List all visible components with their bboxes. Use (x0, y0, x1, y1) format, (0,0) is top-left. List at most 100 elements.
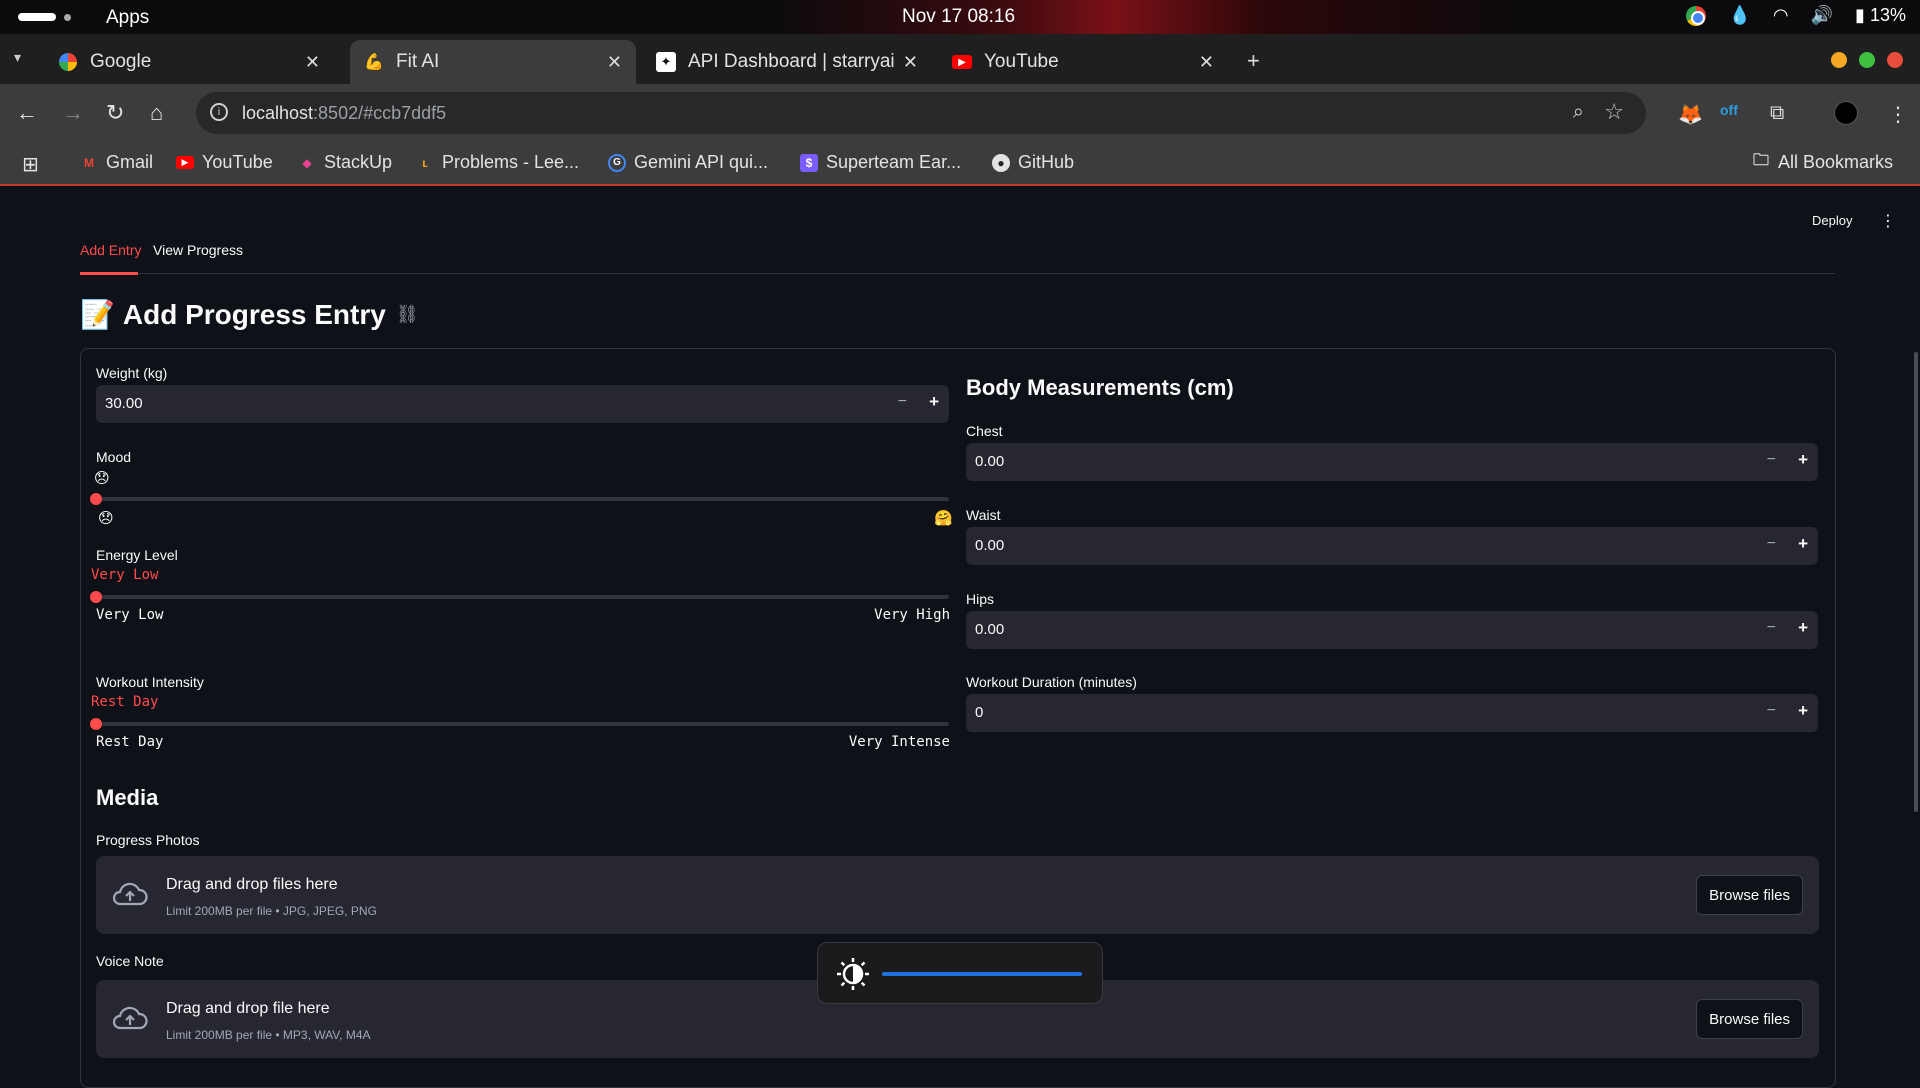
intensity-slider-thumb[interactable] (90, 718, 102, 730)
decrement-button[interactable]: − (1767, 535, 1776, 553)
chrome-icon[interactable] (1686, 5, 1707, 26)
weight-input[interactable]: 30.00 − + (96, 385, 949, 423)
decrement-button[interactable]: − (1767, 702, 1776, 720)
increment-button[interactable]: + (1798, 450, 1808, 470)
bookmark-label: Gemini API qui... (634, 152, 769, 172)
bookmark-gemini[interactable]: G Gemini API qui... (608, 152, 768, 173)
metamask-extension-icon[interactable]: 🦊 (1678, 102, 1703, 127)
reload-icon[interactable]: ↻ (106, 100, 124, 126)
waist-input[interactable]: 0.00 − + (966, 527, 1818, 565)
bookmark-label: Problems - Lee... (442, 152, 580, 172)
tab-bar: Add Entry View Progress (80, 242, 1835, 274)
clock[interactable]: Nov 17 08:16 (902, 6, 1015, 28)
gmail-icon: M (84, 155, 94, 170)
decrement-button[interactable]: − (898, 393, 907, 411)
increment-button[interactable]: + (1798, 618, 1808, 638)
forward-arrow-icon[interactable]: → (62, 100, 84, 126)
home-icon[interactable]: ⌂ (150, 100, 163, 126)
increment-button[interactable]: + (1798, 534, 1808, 554)
apps-grid-icon[interactable]: ⊞ (22, 152, 39, 177)
tab-title: YouTube (984, 51, 1059, 72)
superteam-icon: $ (800, 153, 818, 172)
url-text[interactable]: localhost:8502/#ccb7ddf5 (242, 103, 446, 124)
tab-title: API Dashboard | starryai (688, 51, 895, 72)
zoom-icon[interactable]: ⌕ (1573, 101, 1584, 124)
increment-button[interactable]: + (929, 392, 939, 412)
close-tab-icon[interactable]: ✕ (1199, 52, 1214, 73)
page-heading: 📝 Add Progress Entry ⛓ (80, 298, 419, 331)
flexed-arm-icon: 💪 (364, 54, 384, 71)
hips-input[interactable]: 0.00 − + (966, 611, 1818, 649)
memo-icon: 📝 (80, 299, 115, 330)
bookmark-github[interactable]: ● GitHub (992, 152, 1074, 173)
bookmark-leetcode[interactable]: ʟ Problems - Lee... (416, 152, 579, 173)
bookmark-star-icon[interactable]: ☆ (1604, 99, 1624, 125)
hips-label: Hips (966, 591, 995, 607)
address-bar[interactable]: i localhost:8502/#ccb7ddf5 ⌕ ☆ (196, 92, 1646, 134)
close-window-button[interactable] (1887, 52, 1903, 68)
anchor-link-icon[interactable]: ⛓ (396, 304, 419, 325)
tab-youtube[interactable]: ▶ YouTube ✕ (938, 40, 1228, 84)
tab-api-dashboard[interactable]: ✦ API Dashboard | starryai ✕ (642, 40, 932, 84)
tab-google[interactable]: Google ✕ (44, 40, 334, 84)
main-menu-icon[interactable]: ⋮ (1880, 211, 1896, 231)
minimize-window-button[interactable] (1831, 52, 1847, 68)
tab-view-progress[interactable]: View Progress (153, 242, 243, 258)
new-tab-icon[interactable]: + (1247, 48, 1260, 74)
back-arrow-icon[interactable]: ← (16, 100, 38, 126)
energy-slider-track[interactable] (96, 595, 949, 599)
volume-icon[interactable]: 🔊 (1811, 5, 1833, 26)
battery-status[interactable]: ▮ 13% (1855, 5, 1906, 26)
workspace-dot[interactable] (64, 14, 71, 21)
deploy-button[interactable]: Deploy (1812, 213, 1852, 228)
photos-dropzone[interactable]: Drag and drop files here Limit 200MB per… (96, 856, 1819, 934)
stackup-icon: ◆ (302, 155, 312, 170)
duration-input[interactable]: 0 − + (966, 694, 1818, 732)
energy-slider-thumb[interactable] (90, 591, 102, 603)
chest-input[interactable]: 0.00 − + (966, 443, 1818, 481)
profile-avatar[interactable] (1834, 101, 1858, 125)
leetcode-icon: ʟ (422, 155, 428, 170)
voice-browse-button[interactable]: Browse files (1696, 999, 1803, 1039)
mood-slider-track[interactable] (96, 497, 949, 501)
extensions-puzzle-icon[interactable]: ⧉ (1770, 102, 1784, 125)
active-tab-indicator (80, 272, 138, 275)
droplet-icon[interactable]: 💧 (1728, 5, 1750, 26)
brightness-level-bar (882, 972, 1082, 976)
tab-search-chevron-icon[interactable]: ▾ (14, 49, 21, 66)
page-title: Add Progress Entry (122, 298, 386, 330)
bookmark-gmail[interactable]: M Gmail (80, 152, 153, 173)
off-extension-icon[interactable]: off (1720, 102, 1738, 118)
increment-button[interactable]: + (1798, 701, 1808, 721)
close-tab-icon[interactable]: ✕ (607, 52, 622, 73)
bookmark-superteam[interactable]: $ Superteam Ear... (800, 152, 961, 173)
tab-title: Google (90, 51, 152, 72)
tab-add-entry[interactable]: Add Entry (80, 242, 141, 258)
bookmark-label: GitHub (1018, 152, 1075, 172)
bookmarks-bar: ⊞ M Gmail ▶ YouTube ◆ StackUp ʟ Problems - L… (0, 142, 1920, 186)
bookmark-youtube[interactable]: ▶ YouTube (176, 152, 273, 173)
mood-slider-thumb[interactable] (90, 493, 102, 505)
workspace-indicator[interactable] (18, 13, 56, 21)
decrement-button[interactable]: − (1767, 451, 1776, 469)
apps-menu[interactable]: Apps (106, 7, 149, 29)
weight-label: Weight (kg) (96, 365, 168, 381)
page-scrollbar[interactable] (1914, 352, 1918, 812)
tab-title: Fit AI (396, 51, 440, 72)
site-info-icon[interactable]: i (210, 103, 228, 121)
all-bookmarks[interactable]: 🗀 All Bookmarks (1752, 152, 1893, 173)
google-icon: G (608, 153, 626, 172)
photos-browse-button[interactable]: Browse files (1696, 875, 1803, 915)
wifi-icon[interactable]: ◠ (1773, 5, 1789, 26)
voice-limit-text: Limit 200MB per file • MP3, WAV, M4A (166, 1028, 371, 1042)
bookmark-stackup[interactable]: ◆ StackUp (298, 152, 392, 173)
tab-fit-ai[interactable]: 💪 Fit AI ✕ (350, 40, 636, 84)
decrement-button[interactable]: − (1767, 619, 1776, 637)
intensity-slider-track[interactable] (96, 722, 949, 726)
system-tray[interactable]: 💧 ◠ 🔊 ▮ 13% (1686, 5, 1906, 26)
close-tab-icon[interactable]: ✕ (903, 52, 918, 73)
browser-menu-icon[interactable]: ⋮ (1888, 102, 1908, 127)
close-tab-icon[interactable]: ✕ (305, 52, 320, 73)
maximize-window-button[interactable] (1859, 52, 1875, 68)
waist-label: Waist (966, 507, 1001, 523)
